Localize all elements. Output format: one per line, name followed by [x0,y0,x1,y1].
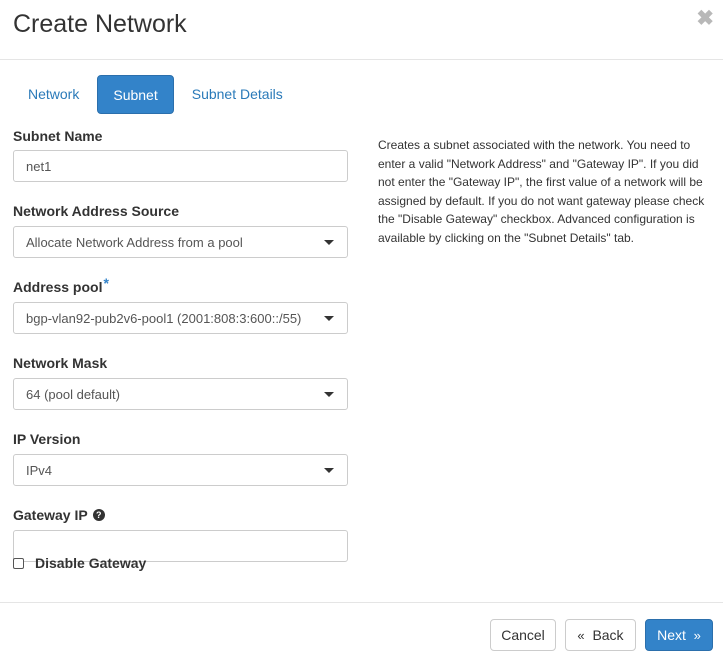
network-mask-group: Network Mask 64 (pool default) [13,353,348,410]
address-source-select[interactable]: Allocate Network Address from a pool [13,226,348,258]
dialog-header: Create Network ✖ [0,0,723,60]
subnet-name-label: Subnet Name [13,128,103,144]
gateway-ip-group: Gateway IP ? [13,505,348,562]
ip-version-select[interactable]: IPv4 [13,454,348,486]
address-pool-label: Address pool * [13,275,109,295]
ip-version-label: IP Version [13,431,81,447]
ip-version-group: IP Version IPv4 [13,429,348,486]
disable-gateway-row: Disable Gateway [13,555,146,571]
dialog-title: Create Network [13,10,187,38]
caret-down-icon [324,316,334,321]
dialog-footer: Cancel « Back Next » [0,602,723,659]
subnet-name-group: Subnet Name net1 [13,126,348,182]
disable-gateway-label[interactable]: Disable Gateway [35,555,146,571]
double-chevron-right-icon: » [693,628,701,643]
back-button-label: Back [592,627,624,643]
required-asterisk: * [103,275,109,291]
wizard-tabs: Network Subnet Subnet Details [13,75,301,114]
question-circle-icon[interactable]: ? [92,509,105,521]
close-icon[interactable]: ✖ [696,8,714,29]
disable-gateway-checkbox[interactable] [13,557,24,569]
double-chevron-left-icon: « [577,628,585,643]
help-text: Creates a subnet associated with the net… [378,138,705,245]
tab-network[interactable]: Network [13,75,94,114]
address-pool-group: Address pool * bgp-vlan92-pub2v6-pool1 (2… [13,275,348,334]
next-button[interactable]: Next » [645,619,713,651]
back-button[interactable]: « Back [565,619,636,651]
tab-subnet[interactable]: Subnet [97,75,174,114]
cancel-button[interactable]: Cancel [490,619,556,651]
address-source-group: Network Address Source Allocate Network … [13,201,348,258]
next-button-label: Next [657,627,686,643]
tab-subnet-details[interactable]: Subnet Details [177,75,298,114]
subnet-form: Subnet Name net1 Network Address Source … [13,126,348,562]
caret-down-icon [324,240,334,245]
caret-down-icon [324,468,334,473]
network-mask-select[interactable]: 64 (pool default) [13,378,348,410]
address-source-label: Network Address Source [13,203,179,219]
subnet-name-input[interactable]: net1 [13,150,348,182]
gateway-ip-label: Gateway IP ? [13,505,348,525]
network-mask-label: Network Mask [13,355,108,371]
address-pool-select[interactable]: bgp-vlan92-pub2v6-pool1 (2001:808:3:600:… [13,302,348,334]
caret-down-icon [324,392,334,397]
